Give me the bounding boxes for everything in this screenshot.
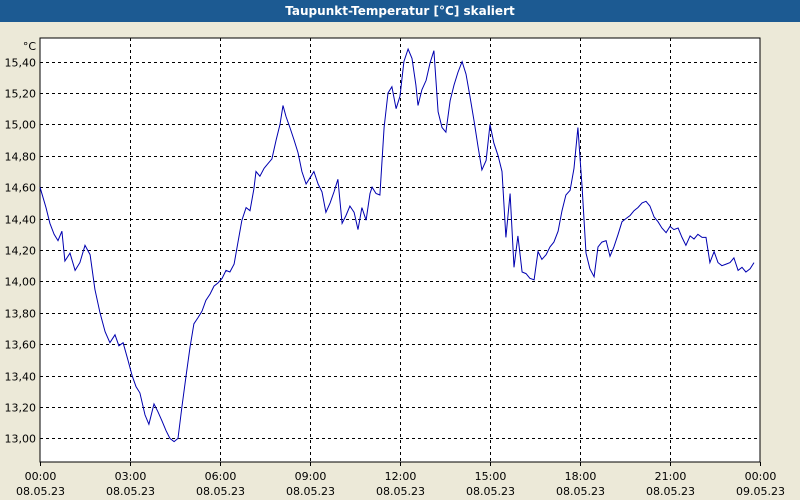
y-tick-label: 15,00 [5,119,37,132]
y-tick-label: 13,60 [5,339,37,352]
y-tick-label: 13,00 [5,433,37,446]
y-tick-label: 14,20 [5,245,37,258]
chart-area: 13,00 13,20 13,40 13,60 13,80 14,00 14,20 14,40… [0,22,800,500]
y-tick-label: 13,40 [5,371,37,384]
chart-window: Taupunkt-Temperatur [°C] skaliert 13,00 1… [0,0,800,500]
x-tick-time-label: 00:00 [745,470,777,483]
y-tick-label: 14,80 [5,151,37,164]
y-tick-label: 13,80 [5,308,37,321]
x-tick-time-label: 00:00 [25,470,57,483]
x-tick-time-label: 12:00 [385,470,417,483]
y-unit-label: °C [23,40,37,53]
y-tick-label: 13,20 [5,402,37,415]
y-tick-label: 15,20 [5,88,37,101]
x-tick-date-label: 09.05.23 [736,485,785,498]
x-tick-date-label: 08.05.23 [106,485,155,498]
x-tick-date-label: 08.05.23 [16,485,65,498]
x-tick-time-label: 09:00 [295,470,327,483]
y-tick-label: 14,40 [5,214,37,227]
x-tick-date-label: 08.05.23 [286,485,335,498]
y-tick-label: 15,40 [5,57,37,70]
chart-svg: 13,00 13,20 13,40 13,60 13,80 14,00 14,20 14,40… [5,37,785,498]
window-title: Taupunkt-Temperatur [°C] skaliert [0,0,800,22]
y-tick-label: 14,00 [5,276,37,289]
x-tick-date-label: 08.05.23 [466,485,515,498]
x-tick-time-label: 15:00 [475,470,507,483]
x-tick-time-label: 03:00 [115,470,147,483]
x-tick-date-label: 08.05.23 [646,485,695,498]
x-tick-time-label: 18:00 [565,470,597,483]
x-tick-date-label: 08.05.23 [196,485,245,498]
x-tick-time-label: 06:00 [205,470,237,483]
x-tick-date-label: 08.05.23 [376,485,425,498]
x-tick-time-label: 21:00 [655,470,687,483]
y-tick-label: 14,60 [5,182,37,195]
x-tick-date-label: 08.05.23 [556,485,605,498]
